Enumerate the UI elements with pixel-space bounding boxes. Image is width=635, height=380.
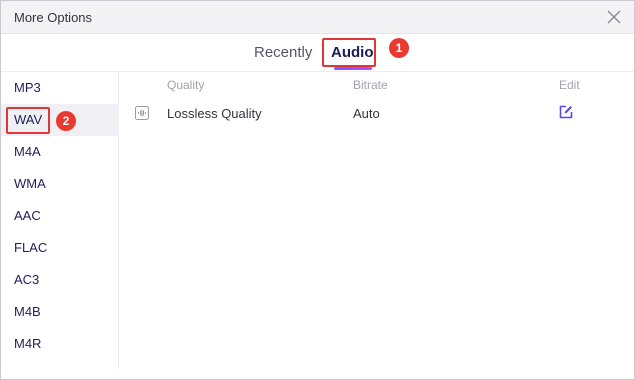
format-item-mp3[interactable]: MP3 (1, 72, 118, 104)
edit-icon[interactable] (559, 105, 573, 119)
format-item-m4b[interactable]: M4B (1, 296, 118, 328)
table-row[interactable]: Lossless Quality Auto (119, 98, 634, 128)
column-header-bitrate: Bitrate (353, 78, 388, 92)
dialog-title: More Options (14, 10, 93, 25)
format-item-m4a[interactable]: M4A (1, 136, 118, 168)
tab-recently[interactable]: Recently (254, 44, 312, 62)
column-header-edit: Edit (559, 78, 580, 92)
tab-audio[interactable]: Audio (331, 44, 374, 62)
format-label: AAC (14, 208, 41, 223)
format-item-ac3[interactable]: AC3 (1, 264, 118, 296)
format-item-flac[interactable]: FLAC (1, 232, 118, 264)
format-label: MP3 (14, 80, 41, 95)
preset-table: Quality Bitrate Edit Lossless Quality Au… (119, 71, 634, 369)
row-bitrate: Auto (353, 106, 380, 121)
format-label: FLAC (14, 240, 48, 255)
format-label: WMA (14, 176, 46, 191)
close-icon[interactable] (606, 9, 622, 25)
annotation-marker-2: 2 (56, 111, 76, 131)
audio-wave-icon (135, 106, 149, 120)
format-label: M4B (14, 304, 41, 319)
row-quality: Lossless Quality (167, 106, 262, 121)
format-item-m4r[interactable]: M4R (1, 328, 118, 360)
more-options-dialog: More Options Recently Audio 1 MP3 WAV M4… (0, 0, 635, 380)
format-label: AC3 (14, 272, 40, 287)
format-label: WAV (14, 112, 43, 127)
format-label: M4A (14, 144, 41, 159)
format-item-aac[interactable]: AAC (1, 200, 118, 232)
tab-bar: Recently Audio (1, 35, 634, 71)
annotation-marker-1: 1 (389, 38, 409, 58)
active-tab-indicator (334, 67, 372, 70)
format-item-wma[interactable]: WMA (1, 168, 118, 200)
format-label: M4R (14, 336, 42, 351)
column-header-quality: Quality (167, 78, 205, 92)
title-bar: More Options (1, 1, 634, 34)
